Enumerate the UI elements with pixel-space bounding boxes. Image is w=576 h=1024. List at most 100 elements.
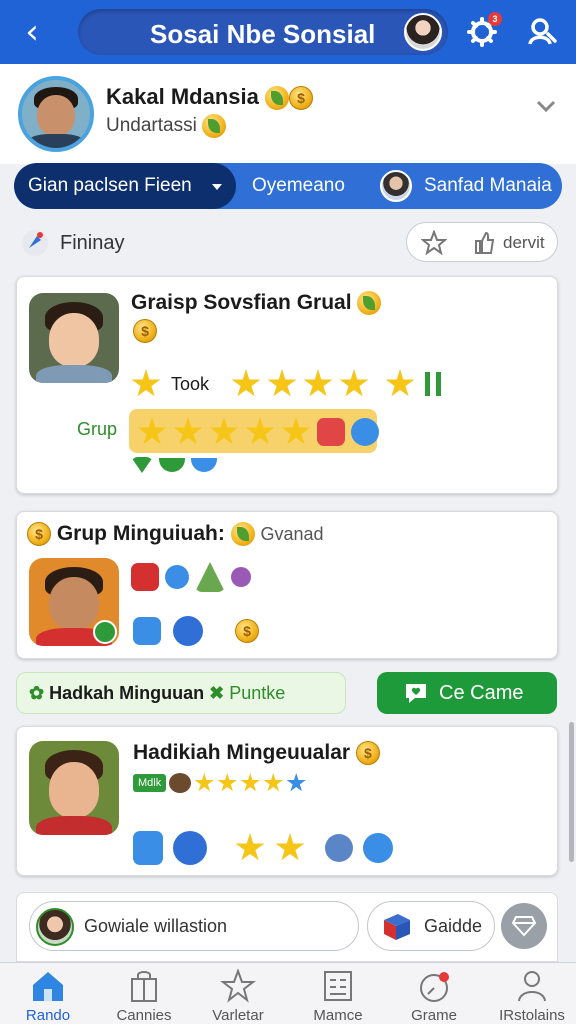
kid-photo-1 [29, 293, 119, 383]
star-icon[interactable] [339, 369, 369, 397]
nav-home-label: Rando [25, 1007, 71, 1024]
star-icon[interactable] [303, 369, 333, 397]
kid-photo-3 [29, 741, 119, 835]
bowl-icon [159, 458, 185, 472]
online-badge-icon [93, 620, 117, 644]
profile-header[interactable]: Kakal Mdansia Undartassi [0, 64, 576, 164]
badge-icon[interactable] [173, 616, 203, 646]
star-icon[interactable] [385, 369, 415, 397]
profile-avatar[interactable] [18, 76, 94, 152]
funnel-icon [131, 457, 153, 473]
card-1-coin-row [133, 319, 157, 343]
nav-grame[interactable]: Grame [386, 963, 482, 1024]
star-outline-icon [220, 969, 256, 1003]
card-2-subtitle: Gvanad [260, 524, 324, 544]
shopping-bag-icon [131, 971, 157, 1002]
star-outline-icon [421, 230, 447, 256]
guide-pill[interactable]: Gaidde [367, 901, 495, 951]
star-icon [131, 369, 161, 397]
profile-name: Kakal Mdansia [106, 84, 313, 111]
filter-label: Fininay [60, 232, 125, 254]
star-icon[interactable] [235, 833, 265, 861]
star-icon [281, 417, 311, 445]
star-icon [209, 417, 239, 445]
page-title: Sosai Nbe Sonsial [150, 19, 376, 49]
nav-cannies[interactable]: Cannies [96, 963, 192, 1024]
star-icon[interactable] [275, 833, 305, 861]
nav-varletar-label: Varletar [212, 1007, 264, 1024]
star-icon [173, 417, 203, 445]
tab-profile-label: Sanfad Manaia [424, 175, 552, 196]
close-x-icon: ✖ [209, 683, 225, 703]
group-card-1[interactable]: Graisp Sovsfian Grual Took Grup [16, 276, 558, 494]
user-search-button[interactable] [522, 12, 562, 52]
filter-pill[interactable]: dervit [406, 222, 558, 262]
play-icon[interactable] [363, 833, 393, 863]
reward-banner[interactable]: ✿ Hadkah Minguuan ✖ Puntke [16, 672, 346, 714]
star-icon[interactable] [231, 369, 261, 397]
banner-title: Hadkah Minguuan [49, 683, 205, 703]
leaf-icon [357, 291, 382, 316]
nav-grame-label: Grame [411, 1007, 457, 1024]
come-game-button[interactable]: Ce Came [377, 672, 557, 714]
home-icon [33, 972, 63, 1001]
back-arrow-icon[interactable]: ‹ [14, 14, 50, 50]
nav-profile[interactable]: IRstolains [484, 963, 576, 1024]
card-3-rating-row: Mdlk [133, 773, 306, 793]
scrollbar[interactable] [569, 722, 574, 862]
thumb-icon [475, 231, 495, 254]
star-icon[interactable] [267, 369, 297, 397]
list-icon[interactable] [133, 617, 161, 645]
kid-photo-2 [29, 558, 119, 646]
mail-icon[interactable] [173, 831, 207, 865]
gem-button[interactable] [501, 903, 547, 949]
card-1-title: Graisp Sovsfian Grual [131, 291, 382, 316]
diamond-icon [512, 916, 536, 937]
rocket-icon[interactable] [20, 228, 50, 258]
coin-icon[interactable] [235, 619, 259, 643]
nav-mamce[interactable]: Mamce [290, 963, 386, 1024]
compass-icon [351, 418, 379, 446]
title-avatar[interactable] [404, 13, 442, 51]
feather-icon[interactable] [325, 834, 353, 862]
chevron-down-icon[interactable] [534, 94, 558, 118]
settings-button[interactable]: 3 [462, 12, 502, 52]
card-1-rating-row: Took [131, 369, 442, 399]
tab-overview[interactable]: Oyemeano [252, 163, 345, 209]
star-icon [286, 773, 306, 792]
card-1-extra-icons [131, 457, 217, 473]
title-pill[interactable]: Sosai Nbe Sonsial [78, 9, 448, 55]
group-card-3[interactable]: Hadikiah Mingeuualar Mdlk [16, 726, 558, 876]
notification-badge: 3 [488, 12, 502, 26]
tab-friends[interactable]: Gian paclsen Fieen [14, 163, 236, 209]
signal-bar-icon [436, 372, 442, 396]
nav-profile-label: IRstolains [499, 1007, 565, 1024]
coin-icon [27, 522, 51, 547]
tab-profile[interactable]: Sanfad Manaia [380, 163, 552, 209]
banner-subtitle: Puntke [229, 683, 286, 703]
star-icon [240, 773, 260, 792]
card-3-action-row [133, 831, 393, 865]
nav-varletar[interactable]: Varletar [190, 963, 286, 1024]
tab-strip: Gian paclsen Fieen Oyemeano Sanfad Manai… [14, 163, 562, 209]
tab-avatar [380, 170, 412, 202]
profile-name-text: Kakal Mdansia [106, 84, 259, 109]
tree-icon [195, 562, 225, 592]
card-2-title: Grup Minguiuah: Gvanad [27, 522, 324, 547]
tools-icon [165, 565, 189, 589]
backpack-icon[interactable] [133, 831, 163, 865]
star-icon [194, 773, 214, 792]
guide-label: Gaidde [424, 916, 483, 936]
group-card-2[interactable]: Grup Minguiuah: Gvanad [16, 511, 558, 659]
star-icon [245, 417, 275, 445]
coin-icon [288, 86, 313, 111]
leaf-icon [230, 522, 255, 547]
gift-icon [317, 418, 345, 446]
invite-label: Gowiale willastion [84, 916, 228, 936]
star-icon [217, 773, 237, 792]
invite-pill[interactable]: Gowiale willastion [29, 901, 359, 951]
star-icon [137, 417, 167, 445]
gift-icon [131, 563, 159, 591]
nav-home[interactable]: Rando [0, 963, 96, 1024]
card-1-group-label: Grup [77, 419, 118, 439]
